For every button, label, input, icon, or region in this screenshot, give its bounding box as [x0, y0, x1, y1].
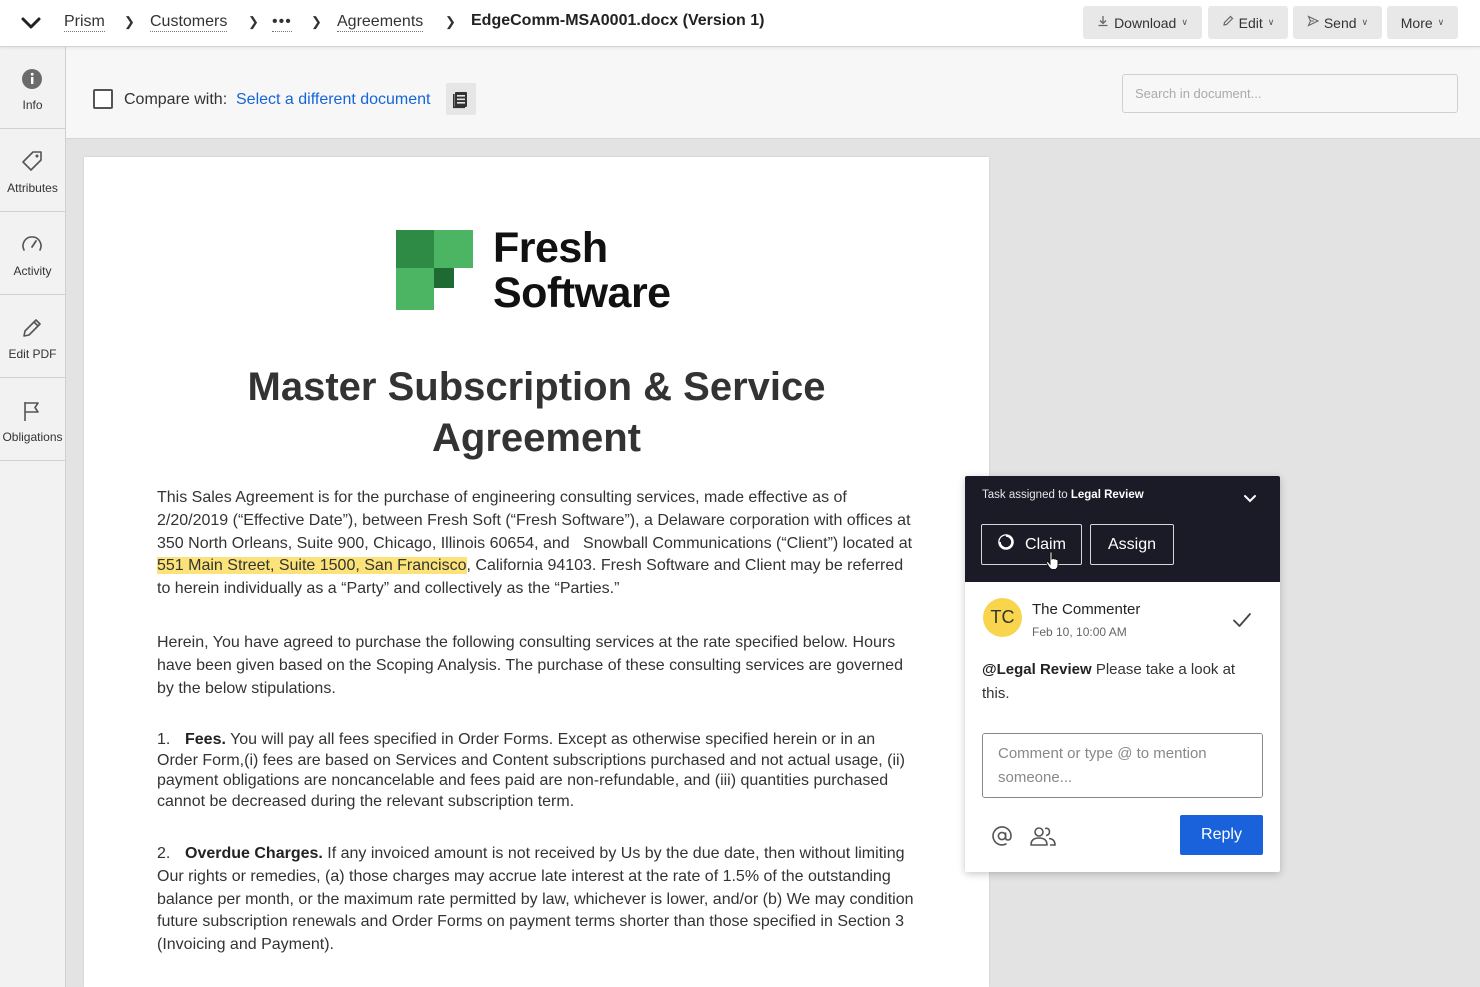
sidebar-item-obligations[interactable]: Obligations	[0, 379, 65, 461]
reply-button[interactable]: Reply	[1180, 815, 1263, 855]
breadcrumb-customers[interactable]: Customers	[150, 13, 228, 32]
breadcrumb-separator-icon: ❯	[311, 14, 322, 29]
edit-label: Edit	[1238, 14, 1263, 31]
top-bar: Prism ❯ Customers ❯ ••• ❯ Agreements ❯ E…	[0, 0, 1480, 47]
logo-word-fresh: Fresh	[493, 224, 608, 272]
people-group-icon[interactable]	[1029, 824, 1057, 848]
logo-word-software: Software	[493, 269, 671, 317]
download-icon	[1097, 15, 1109, 30]
breadcrumb-separator-icon: ❯	[124, 14, 135, 29]
download-button[interactable]: Download ∨	[1083, 6, 1202, 39]
compare-bar: Compare with: Select a different documen…	[66, 47, 1480, 139]
comment-panel: Task assigned to Legal Review Claim Assi…	[965, 476, 1280, 872]
document-picker-button[interactable]	[446, 83, 476, 115]
compare-checkbox[interactable]	[93, 89, 113, 109]
intro-paragraph: This Sales Agreement is for the purchase…	[157, 487, 917, 601]
task-assignment-label: Task assigned to Legal Review	[982, 489, 1144, 501]
breadcrumb-prism[interactable]: Prism	[64, 13, 105, 32]
fees-clause: 1. Fees. You will pay all fees specified …	[157, 730, 917, 813]
clause-title: Fees.	[185, 731, 226, 748]
mention-at-icon[interactable]	[990, 824, 1014, 848]
intro-text: This Sales Agreement is for the purchase…	[157, 489, 913, 552]
hand-cursor-icon	[1045, 551, 1061, 571]
heading-line-1: Master Subscription & Service	[247, 365, 826, 409]
document-title-breadcrumb: EdgeComm-MSA0001.docx (Version 1)	[471, 12, 765, 29]
clause-title: Overdue Charges.	[185, 845, 323, 862]
heading-line-2: Agreement	[432, 416, 641, 460]
sidebar-item-label: Info	[22, 98, 43, 112]
assign-label: Assign	[1107, 535, 1157, 553]
breadcrumb-ellipsis[interactable]: •••	[272, 13, 292, 32]
chevron-down-icon: ∨	[1181, 17, 1188, 27]
breadcrumb-separator-icon: ❯	[248, 14, 259, 29]
chevron-down-icon: ∨	[1267, 17, 1275, 27]
sidebar-item-activity[interactable]: Activity	[0, 213, 65, 295]
sidebar-item-edit-pdf[interactable]: Edit PDF	[0, 296, 65, 378]
task-prefix: Task assigned to	[982, 489, 1071, 501]
breadcrumb-agreements[interactable]: Agreements	[337, 13, 424, 32]
edit-button[interactable]: Edit ∨	[1208, 6, 1288, 39]
fresh-software-logo	[396, 230, 476, 310]
claim-button[interactable]: Claim	[981, 524, 1082, 565]
pencil-icon	[20, 316, 44, 340]
spinner-icon	[997, 533, 1015, 556]
task-header: Task assigned to Legal Review Claim Assi…	[965, 476, 1280, 582]
pencil-icon	[1222, 15, 1234, 30]
clause-number: 1.	[157, 731, 171, 748]
left-sidebar: Info Attributes Activity Edit PDF Obliga…	[0, 47, 66, 987]
scope-paragraph: Herein, You have agreed to purchase the …	[157, 634, 903, 697]
download-label: Download	[1114, 14, 1177, 31]
document-icon	[446, 92, 476, 119]
comment-input[interactable]	[982, 733, 1263, 798]
more-label: More	[1400, 14, 1433, 31]
sidebar-item-label: Attributes	[7, 181, 58, 195]
flag-icon	[20, 399, 44, 423]
send-icon	[1307, 15, 1320, 30]
assign-button[interactable]: Assign	[1090, 524, 1174, 565]
overdue-charges-clause: 2. Overdue Charges. If any invoiced amoun…	[157, 843, 917, 957]
document-heading: Master Subscription & Service Agreement	[84, 362, 989, 464]
sidebar-item-label: Activity	[13, 264, 52, 278]
avatar: TC	[983, 598, 1022, 637]
highlighted-address[interactable]: 551 Main Street, Suite 1500, San Francis…	[157, 557, 467, 575]
gauge-icon	[20, 233, 44, 257]
resolve-check-icon[interactable]	[1232, 610, 1252, 630]
document-page: Fresh Software Master Subscription & Ser…	[84, 157, 989, 987]
send-button[interactable]: Send ∨	[1293, 6, 1382, 39]
comment-mention[interactable]: @Legal Review	[982, 661, 1092, 678]
clause-text: You will pay all fees specified in Order…	[157, 731, 905, 811]
search-input[interactable]	[1122, 74, 1458, 113]
sidebar-item-label: Edit PDF	[8, 347, 57, 361]
send-label: Send	[1323, 14, 1357, 31]
tag-icon	[20, 150, 44, 174]
chevron-down-icon: ∨	[1361, 17, 1369, 27]
task-assignee: Legal Review	[1070, 489, 1144, 501]
logo-wordmark: Fresh Software	[493, 226, 671, 316]
select-document-link[interactable]: Select a different document	[236, 91, 431, 109]
comment-timestamp: Feb 10, 10:00 AM	[1032, 625, 1127, 639]
sidebar-item-attributes[interactable]: Attributes	[0, 130, 65, 212]
chevron-down-icon[interactable]	[1243, 491, 1257, 503]
compare-label: Compare with:	[124, 91, 228, 108]
collapse-chevron-icon[interactable]	[18, 12, 44, 34]
comment-body: @Legal Review Please take a look at this…	[982, 658, 1262, 706]
chevron-down-icon: ∨	[1437, 17, 1445, 27]
sidebar-item-info[interactable]: Info	[0, 47, 65, 129]
more-button[interactable]: More ∨	[1387, 6, 1458, 39]
comment-author: The Commenter	[1032, 601, 1141, 618]
info-icon	[20, 67, 44, 91]
breadcrumb-separator-icon: ❯	[445, 14, 456, 29]
clause-number: 2.	[157, 845, 171, 862]
sidebar-item-label: Obligations	[2, 430, 63, 444]
